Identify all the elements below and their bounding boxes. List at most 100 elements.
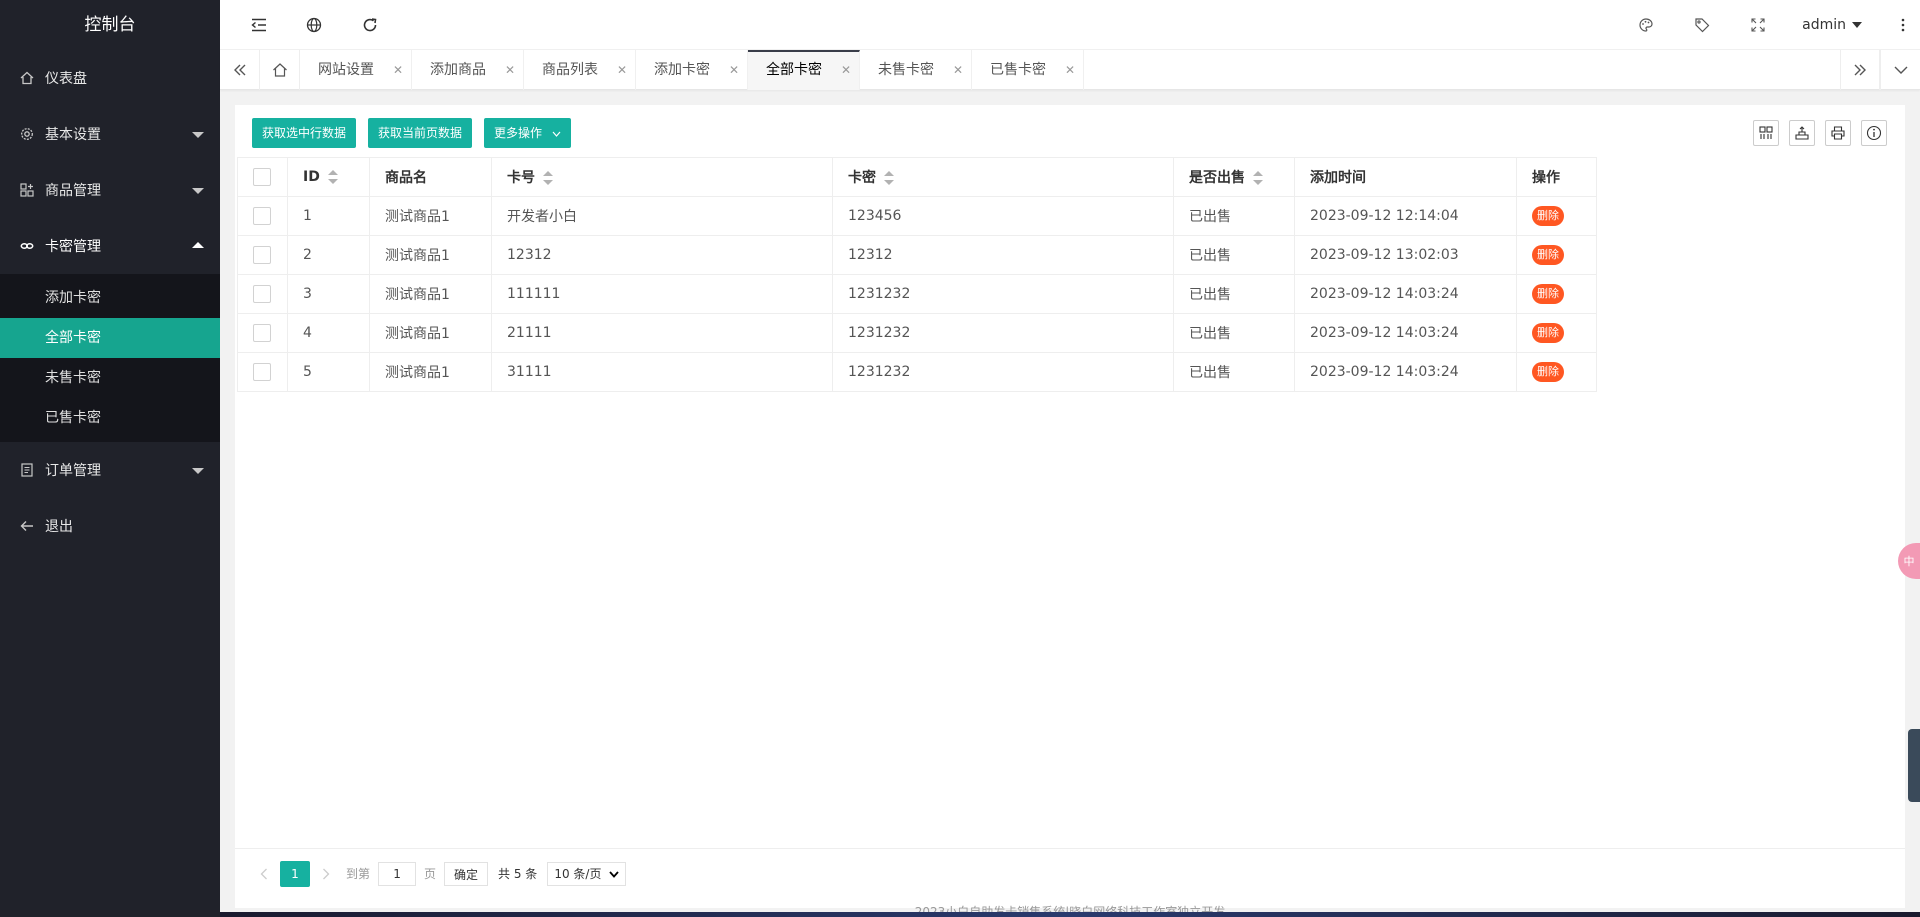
sidebar-item-label: 基本设置 [45,127,101,143]
more-vertical-icon[interactable] [1898,14,1908,36]
tab-label: 未售卡密 [878,62,934,78]
cell-card-number: 21111 [491,313,833,353]
sidebar-title[interactable]: 控制台 [0,0,220,50]
submenu-item-unsold-cards[interactable]: 未售卡密 [0,358,220,398]
tab-product-list[interactable]: 商品列表 ✕ [524,50,636,90]
cell-product-name: 测试商品1 [369,196,492,236]
refresh-icon[interactable] [359,14,381,36]
cell-card-secret: 12312 [832,235,1174,275]
cell-id: 5 [287,352,370,392]
tab-website-settings[interactable]: 网站设置 ✕ [300,50,412,90]
submenu-item-add-card[interactable]: 添加卡密 [0,278,220,318]
print-icon[interactable] [1825,120,1851,146]
cell-id: 1 [287,196,370,236]
cell-actions: 删除 [1516,235,1597,275]
select-all-cell [237,157,288,197]
close-icon[interactable]: ✕ [841,52,851,88]
tab-add-card[interactable]: 添加卡密 ✕ [636,50,748,90]
delete-button[interactable]: 删除 [1532,323,1564,343]
page-size-select[interactable]: 10 条/页 [547,861,627,886]
row-checkbox[interactable] [253,363,271,381]
caret-down-icon [192,188,204,194]
delete-button[interactable]: 删除 [1532,245,1564,265]
export-icon[interactable] [1789,120,1815,146]
close-icon[interactable]: ✕ [953,50,963,90]
header-product-name: 商品名 [369,157,492,197]
table-row[interactable]: 3 测试商品1 111111 1231232 已出售 2023-09-12 14… [237,274,1597,314]
close-icon[interactable]: ✕ [617,50,627,90]
row-checkbox[interactable] [253,246,271,264]
sidebar-item-card-management[interactable]: 卡密管理 [0,218,220,274]
next-page-icon[interactable] [314,862,338,886]
palette-icon[interactable] [1635,14,1657,36]
close-icon[interactable]: ✕ [1065,50,1075,90]
cell-card-secret: 1231232 [832,274,1174,314]
delete-button[interactable]: 删除 [1532,362,1564,382]
row-checkbox[interactable] [253,207,271,225]
user-menu[interactable]: admin [1802,0,1862,50]
info-icon[interactable] [1861,120,1887,146]
sidebar-item-logout[interactable]: 退出 [0,498,220,554]
top-header: admin [220,0,1920,50]
tab-label: 全部卡密 [766,62,822,78]
get-selected-rows-button[interactable]: 获取选中行数据 [252,118,357,148]
globe-icon[interactable] [303,14,325,36]
tabs-scroll-left-icon[interactable] [220,50,260,90]
submenu-item-sold-cards[interactable]: 已售卡密 [0,398,220,438]
gear-icon [20,127,34,141]
select-all-checkbox[interactable] [253,168,271,186]
table-row[interactable]: 4 测试商品1 21111 1231232 已出售 2023-09-12 14:… [237,313,1597,353]
tabs-scroll-right-icon[interactable] [1840,50,1880,90]
get-current-page-button[interactable]: 获取当前页数据 [368,118,473,148]
sort-icon[interactable] [543,171,553,185]
confirm-page-button[interactable]: 确定 [444,861,489,886]
submenu-item-all-cards[interactable]: 全部卡密 [0,318,220,358]
sort-icon[interactable] [327,170,338,184]
close-icon[interactable]: ✕ [393,50,403,90]
tabs-bar: 网站设置 ✕ 添加商品 ✕ 商品列表 ✕ 添加卡密 ✕ 全部卡密 ✕ 未售卡密 ✕ 已售卡密… [220,50,1920,90]
tag-icon[interactable] [1691,14,1713,36]
tabs-dropdown-icon[interactable] [1880,50,1920,90]
row-checkbox[interactable] [253,285,271,303]
sort-icon[interactable] [1253,171,1263,185]
fullscreen-icon[interactable] [1747,14,1769,36]
header-is-sold[interactable]: 是否出售 [1173,157,1295,197]
table-row[interactable]: 1 测试商品1 开发者小白 123456 已出售 2023-09-12 12:1… [237,196,1597,236]
tab-sold-cards[interactable]: 已售卡密 ✕ [972,50,1084,90]
table-row[interactable]: 2 测试商品1 12312 12312 已出售 2023-09-12 13:02… [237,235,1597,275]
header-id[interactable]: ID [287,157,370,197]
sidebar-item-dashboard[interactable]: 仪表盘 [0,50,220,106]
more-actions-button[interactable]: 更多操作 [484,118,571,148]
close-icon[interactable]: ✕ [505,50,515,90]
sidebar-item-orders[interactable]: 订单管理 [0,442,220,498]
page-input[interactable] [378,861,417,886]
header-card-number[interactable]: 卡号 [491,157,833,197]
delete-button[interactable]: 删除 [1532,284,1564,304]
columns-icon[interactable] [1753,120,1779,146]
table-row[interactable]: 5 测试商品1 31111 1231232 已出售 2023-09-12 14:… [237,352,1597,392]
close-icon[interactable]: ✕ [729,50,739,90]
footer-bar [220,912,1920,917]
sort-icon[interactable] [884,171,894,185]
cell-is-sold: 已出售 [1173,196,1295,236]
prev-page-icon[interactable] [252,862,276,886]
card-submenu: 添加卡密 全部卡密 未售卡密 已售卡密 [0,274,220,442]
cell-is-sold: 已出售 [1173,313,1295,353]
cell-product-name: 测试商品1 [369,274,492,314]
caret-down-icon [192,468,204,474]
cell-actions: 删除 [1516,313,1597,353]
tab-unsold-cards[interactable]: 未售卡密 ✕ [860,50,972,90]
collapse-menu-icon[interactable] [248,14,270,36]
sidebar-item-basic-settings[interactable]: 基本设置 [0,106,220,162]
tab-add-product[interactable]: 添加商品 ✕ [412,50,524,90]
row-checkbox-cell [237,352,288,392]
cell-card-number: 111111 [491,274,833,314]
sidebar-item-products[interactable]: 商品管理 [0,162,220,218]
row-checkbox[interactable] [253,324,271,342]
delete-button[interactable]: 删除 [1532,206,1564,226]
side-widget[interactable] [1908,729,1920,802]
home-tab-icon[interactable] [260,50,300,90]
current-page[interactable]: 1 [280,860,310,887]
header-card-secret[interactable]: 卡密 [832,157,1174,197]
tab-all-cards[interactable]: 全部卡密 ✕ [748,50,860,90]
